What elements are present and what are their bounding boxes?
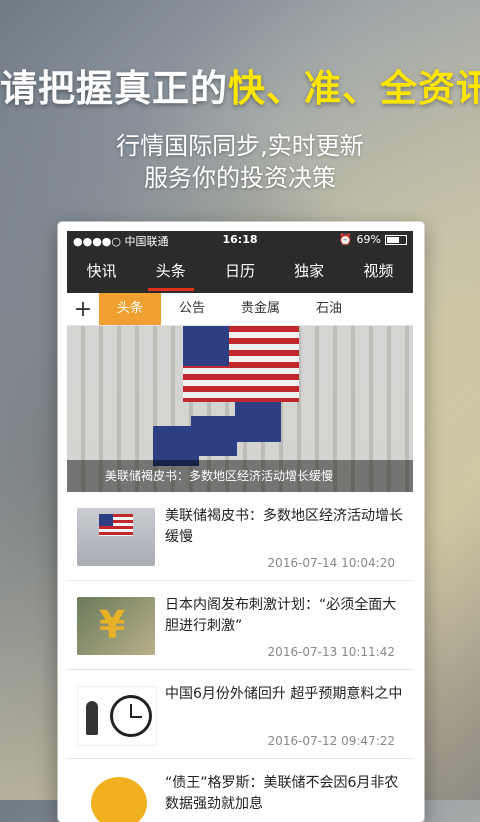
headline-highlight: 快、准、全资讯 [228, 67, 480, 110]
battery-icon [385, 234, 407, 245]
news-thumbnail: ¥ [77, 597, 155, 655]
news-title: 美联储褐皮书：多数地区经济活动增长缓慢 [165, 508, 403, 545]
news-date: 2016-07-14 10:04:20 [267, 556, 395, 570]
tab-shipin[interactable]: 视频 [355, 249, 401, 293]
headline-prefix: 请把握真正的 [0, 67, 228, 110]
news-item[interactable]: ¥ 日本内阁发布刺激计划：“必须全面大胆进行刺激” 2016-07-13 10:… [67, 581, 413, 670]
hero-caption: 美联储褐皮书：多数地区经济活动增长缓慢 [67, 460, 413, 492]
battery-percent: 69% [356, 233, 381, 246]
news-item[interactable]: 美联储褐皮书：多数地区经济活动增长缓慢 2016-07-14 10:04:20 [67, 492, 413, 581]
subtab-gonggao[interactable]: 公告 [161, 293, 223, 325]
subtab-shiyou[interactable]: 石油 [298, 293, 360, 325]
news-title: “债王”格罗斯：美联储不会因6月非农数据强劲就加息 [165, 775, 399, 812]
flag-image [183, 326, 299, 402]
hero-banner[interactable]: 美联储褐皮书：多数地区经济活动增长缓慢 [67, 326, 413, 492]
small-flag-image [153, 426, 199, 466]
tab-rili[interactable]: 日历 [217, 249, 263, 293]
news-thumbnail [77, 686, 157, 746]
app-screen: ●●●●○ 中国联通 16:18 ⏰ 69% 快讯 头条 日历 独家 视频 + … [67, 231, 413, 822]
news-date: 2016-07-12 09:47:22 [267, 734, 395, 748]
news-item[interactable]: “债王”格罗斯：美联储不会因6月非农数据强劲就加息 [67, 759, 413, 822]
phone-frame: ●●●●○ 中国联通 16:18 ⏰ 69% 快讯 头条 日历 独家 视频 + … [58, 222, 424, 822]
tab-dujia[interactable]: 独家 [286, 249, 332, 293]
promo-subtitle-2: 服务你的投资决策 [144, 164, 336, 192]
news-thumbnail [77, 775, 155, 822]
news-title: 日本内阁发布刺激计划：“必须全面大胆进行刺激” [165, 597, 397, 634]
news-title: 中国6月份外储回升 超乎预期意料之中 [165, 686, 403, 702]
status-right: ⏰ 69% [339, 233, 407, 246]
tab-toutiao[interactable]: 头条 [147, 249, 194, 293]
add-channel-icon[interactable]: + [67, 297, 99, 322]
subtab-toutiao[interactable]: 头条 [99, 293, 162, 325]
news-thumbnail [77, 508, 155, 566]
promo-headline: 请把握真正的快、准、全资讯 [0, 58, 480, 112]
alarm-icon: ⏰ [338, 233, 353, 246]
promo-subtitle-1: 行情国际同步,实时更新 [116, 132, 364, 160]
sub-nav: + 头条 公告 贵金属 石油 [67, 293, 413, 326]
small-flag-image [235, 402, 281, 442]
subtab-guijinshu[interactable]: 贵金属 [223, 293, 298, 325]
small-flag-image [191, 416, 237, 456]
main-nav: 快讯 头条 日历 独家 视频 [67, 249, 413, 293]
news-item[interactable]: 中国6月份外储回升 超乎预期意料之中 2016-07-12 09:47:22 [67, 670, 413, 759]
status-bar: ●●●●○ 中国联通 16:18 ⏰ 69% [67, 231, 413, 249]
news-date: 2016-07-13 10:11:42 [267, 645, 395, 659]
tab-kuaixun[interactable]: 快讯 [79, 249, 125, 293]
